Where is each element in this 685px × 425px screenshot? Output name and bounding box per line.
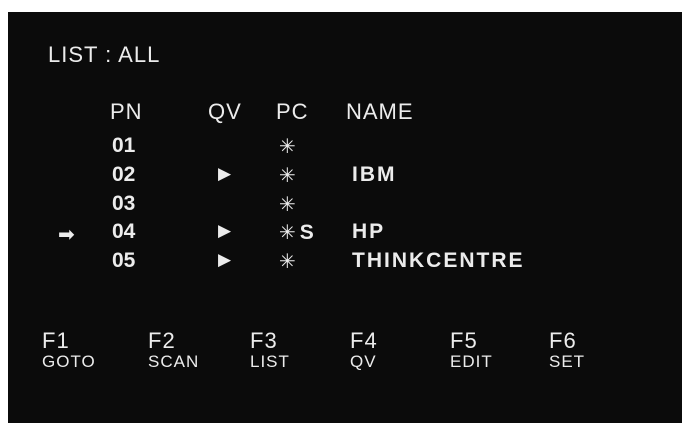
- selection-arrow-icon: ➡: [58, 224, 75, 246]
- port-name: THINKCENTRE: [352, 249, 525, 272]
- pc-status-icon: ✳: [279, 165, 296, 187]
- f2-scan-key[interactable]: F2 SCAN: [148, 328, 238, 372]
- pc-status-icon: ✳: [279, 194, 296, 216]
- port-name: HP: [352, 220, 386, 243]
- port-row-03[interactable]: 03 ✳: [8, 192, 682, 220]
- port-row-02[interactable]: 02 ▶ ✳ IBM: [8, 163, 682, 191]
- port-row-04[interactable]: ➡ 04 ▶ ✳ S HP: [8, 220, 682, 248]
- f6-set-key[interactable]: F6 SET: [549, 328, 639, 372]
- list-title: LIST : ALL: [48, 42, 161, 67]
- pc-status-icon: ✳: [279, 251, 296, 273]
- port-row-01[interactable]: 01 ✳: [8, 134, 682, 162]
- port-number: 03: [112, 192, 136, 215]
- f1-goto-key[interactable]: F1 GOTO: [42, 328, 132, 372]
- quick-view-indicator: ▶: [218, 164, 232, 183]
- pc-status-icon: ✳: [279, 136, 296, 158]
- pc-status-icon: ✳ S: [279, 221, 314, 244]
- port-row-05[interactable]: 05 ▶ ✳ THINKCENTRE: [8, 249, 682, 277]
- f4-qv-key[interactable]: F4 QV: [350, 328, 440, 372]
- quick-view-indicator: ▶: [218, 250, 232, 269]
- f5-edit-key[interactable]: F5 EDIT: [450, 328, 540, 372]
- port-name: IBM: [352, 163, 397, 186]
- port-number: 02: [112, 163, 136, 186]
- port-number: 01: [112, 134, 136, 157]
- port-number: 04: [112, 220, 136, 243]
- quick-view-indicator: ▶: [218, 221, 232, 240]
- column-header-pn: PN: [110, 99, 143, 124]
- column-header-pc: PC: [276, 99, 309, 124]
- column-header-name: NAME: [346, 99, 414, 124]
- f3-list-key[interactable]: F3 LIST: [250, 328, 340, 372]
- port-number: 05: [112, 249, 136, 272]
- osd-panel: LIST : ALL PN QV PC NAME 01 ✳ 02 ▶ ✳ IBM…: [8, 12, 682, 423]
- column-header-qv: QV: [208, 99, 242, 124]
